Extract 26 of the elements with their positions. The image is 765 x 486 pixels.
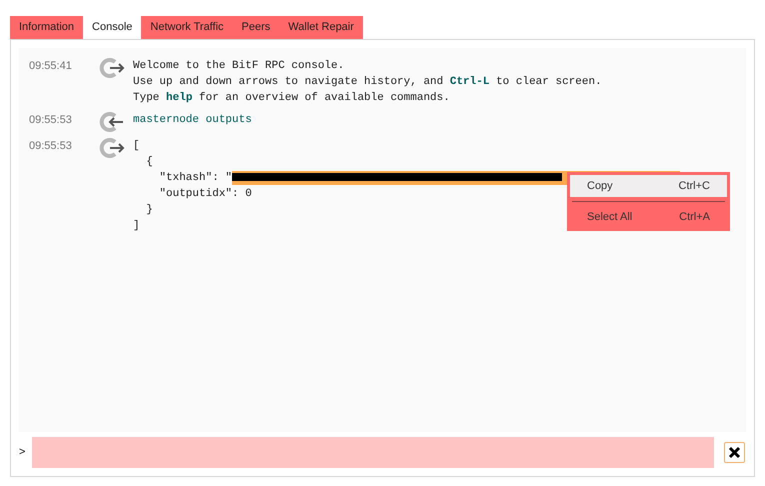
console-line: Type help for an overview of available commands. <box>133 91 450 106</box>
timestamp: 09:55:41 <box>28 59 73 74</box>
menu-item[interactable]: Copy Ctrl+C <box>570 175 727 197</box>
right-arrow-icon <box>99 138 125 158</box>
console-line: masternode outputs <box>133 113 252 128</box>
prompt: > <box>19 445 26 460</box>
close-icon <box>728 446 741 459</box>
left-arrow-icon <box>99 112 125 132</box>
command-input[interactable] <box>32 437 714 468</box>
menu-item[interactable]: Select All Ctrl+A <box>570 206 727 228</box>
tab[interactable]: Wallet Repair <box>279 16 363 39</box>
tab[interactable]: Network Traffic <box>141 16 233 39</box>
console-line: ] <box>133 219 140 234</box>
console-line: "txhash": " <box>158 171 232 186</box>
console-line: "outputidx": 0 <box>158 187 252 202</box>
timestamp: 09:55:53 <box>28 139 73 154</box>
console-line: { <box>145 155 153 170</box>
console-line: Welcome to the BitF RPC console. <box>133 59 344 74</box>
timestamp: 09:55:53 <box>28 113 73 128</box>
tab[interactable]: Peers <box>232 16 280 39</box>
console-line: Use up and down arrows to navigate history, and Ctrl-L to clear screen. <box>133 75 602 90</box>
console-line: [ <box>133 139 140 154</box>
console-line: } <box>145 203 153 218</box>
clear-button[interactable] <box>724 442 745 463</box>
tab[interactable]: Information <box>10 16 84 39</box>
right-arrow-icon <box>99 58 125 78</box>
